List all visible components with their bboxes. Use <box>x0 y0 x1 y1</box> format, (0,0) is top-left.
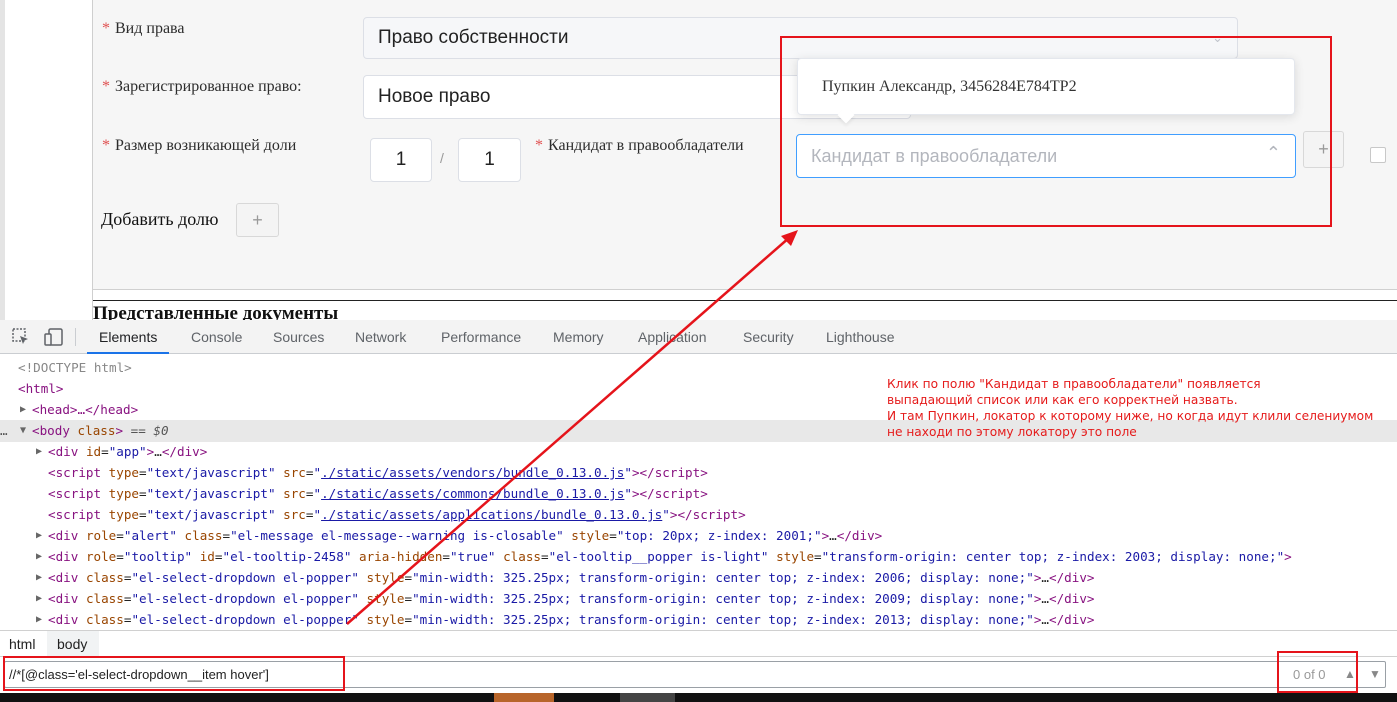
annotation-line-4: не находи по этому локатору это поле <box>887 425 1137 439</box>
annotation-line-2: выпадающий список или как его корректней… <box>887 393 1238 407</box>
annotation-line-1: Клик по полю "Кандидат в правообладатели… <box>887 377 1261 391</box>
annotation-text: Клик по полю "Кандидат в правообладатели… <box>887 376 1373 440</box>
annotation-arrow <box>346 230 798 625</box>
annotation-line-3: И там Пупкин, локатор к которому ниже, н… <box>887 409 1374 423</box>
